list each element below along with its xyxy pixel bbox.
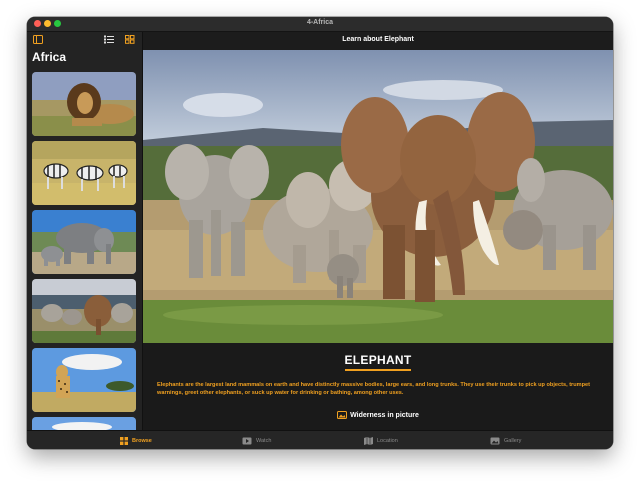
elephant-herd-thumbnail-image <box>32 279 136 343</box>
tab-location[interactable]: Location <box>364 431 398 449</box>
elephant-photo <box>143 50 613 343</box>
thumbnail-landscape[interactable] <box>32 417 136 430</box>
elephant-calf-thumbnail-image <box>32 210 136 274</box>
zebras-thumbnail-image <box>32 141 136 205</box>
tab-watch[interactable]: Watch <box>242 431 271 449</box>
wilderness-link[interactable]: Widerness in picture <box>143 411 613 419</box>
sidebar-toolbar <box>27 32 142 50</box>
title-bar: 4-Africa <box>27 17 613 32</box>
tab-bar: Browse Watch Location Gallery <box>27 430 613 449</box>
sidebar-toggle-icon[interactable] <box>33 35 43 44</box>
thumbnail-lion[interactable] <box>32 72 136 136</box>
grid-view-icon[interactable] <box>125 35 135 44</box>
app-window: 4-Africa Africa Learn about Elephant ELE… <box>27 17 613 449</box>
content-header: Learn about Elephant <box>143 32 613 51</box>
tab-gallery[interactable]: Gallery <box>490 431 521 449</box>
tab-location-label: Location <box>377 437 398 444</box>
tab-browse-label: Browse <box>132 437 152 444</box>
landscape-thumbnail-image <box>32 417 136 430</box>
wilderness-link-label: Widerness in picture <box>350 411 419 419</box>
cheetah-thumbnail-image <box>32 348 136 412</box>
tab-browse[interactable]: Browse <box>120 431 152 449</box>
animal-heading: ELEPHANT <box>344 353 412 367</box>
map-icon <box>364 436 373 445</box>
description-panel: ELEPHANT Elephants are the largest land … <box>143 343 613 430</box>
sidebar-title: Africa <box>32 50 67 64</box>
thumbnail-elephant-herd[interactable] <box>32 279 136 343</box>
content-title: Learn about Elephant <box>342 36 414 43</box>
window-title: 4-Africa <box>306 19 334 26</box>
heading-underline <box>345 369 411 371</box>
thumbnail-cheetah[interactable] <box>32 348 136 412</box>
grid-icon <box>120 436 128 445</box>
sidebar: Africa <box>27 32 143 430</box>
thumbnail-elephant-calf[interactable] <box>32 210 136 274</box>
tab-gallery-label: Gallery <box>504 437 522 444</box>
tab-watch-label: Watch <box>256 437 272 444</box>
thumbnail-zebras[interactable] <box>32 141 136 205</box>
lion-thumbnail-image <box>32 72 136 136</box>
elephant-herd-image <box>143 50 613 343</box>
photo-icon <box>490 437 500 444</box>
play-icon <box>242 437 252 444</box>
list-view-icon[interactable] <box>104 35 114 44</box>
animal-description: Elephants are the largest land mammals o… <box>157 382 591 396</box>
photo-icon <box>337 411 348 419</box>
